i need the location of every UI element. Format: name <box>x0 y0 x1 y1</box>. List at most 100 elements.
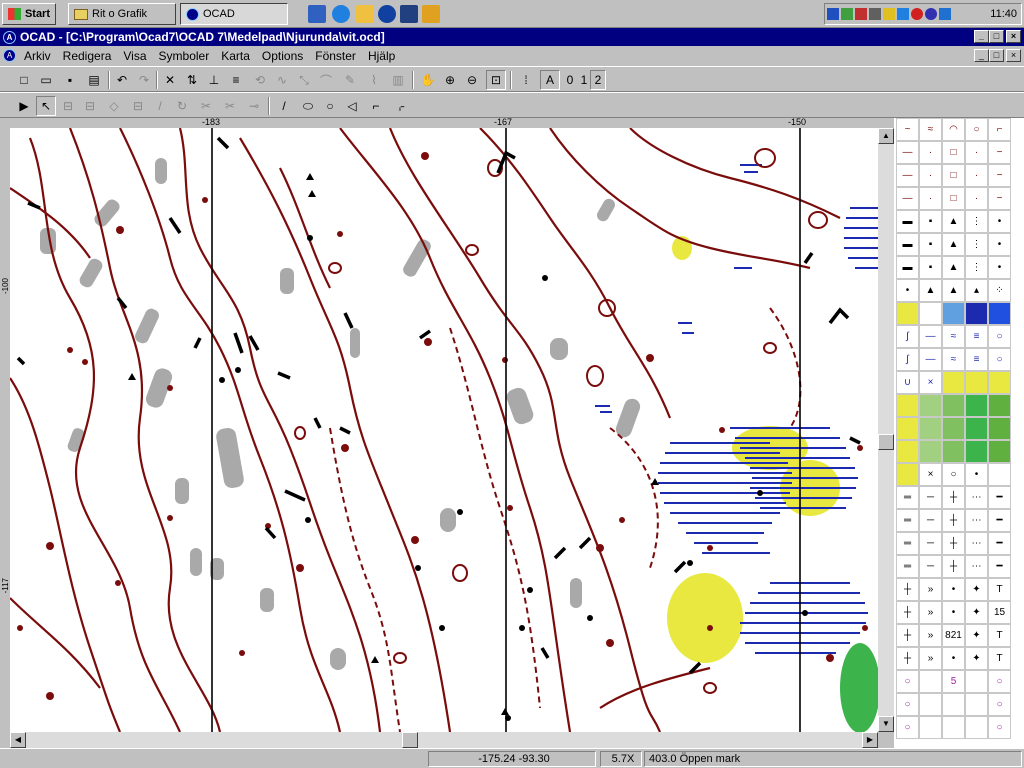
zoom-window-icon[interactable]: ⊡ <box>486 70 506 90</box>
symbol-swatch[interactable] <box>965 716 988 739</box>
symbol-swatch[interactable]: ▪ <box>919 210 942 233</box>
symbol-swatch[interactable]: ┼ <box>942 486 965 509</box>
symbol-swatch[interactable]: ─ <box>919 486 942 509</box>
scroll-down-arrow[interactable]: ▼ <box>878 716 894 732</box>
scroll-left-arrow[interactable]: ◀ <box>10 732 26 748</box>
menu-visa[interactable]: Visa <box>123 49 146 63</box>
brush-icon[interactable]: ⌇ <box>364 70 384 90</box>
ruler-icon[interactable]: ▥ <box>388 70 408 90</box>
symbol-swatch[interactable]: — <box>896 164 919 187</box>
select-point-icon[interactable]: ↖ <box>36 96 56 116</box>
symbol-swatch[interactable] <box>965 371 988 394</box>
orienteering-map[interactable] <box>10 128 878 732</box>
symbol-swatch[interactable] <box>988 417 1011 440</box>
symbol-swatch[interactable] <box>919 394 942 417</box>
pencil-icon[interactable]: ✎ <box>340 70 360 90</box>
symbol-swatch[interactable]: ∪ <box>896 371 919 394</box>
quicklaunch-desktop-icon[interactable] <box>308 5 326 23</box>
symbol-swatch[interactable]: • <box>965 463 988 486</box>
symbol-swatch[interactable] <box>988 394 1011 417</box>
symbol-swatch[interactable]: » <box>919 601 942 624</box>
symbol-swatch[interactable]: ▬ <box>896 256 919 279</box>
symbol-swatch[interactable]: ✦ <box>965 601 988 624</box>
symbol-swatch[interactable]: ┼ <box>896 578 919 601</box>
symbol-swatch[interactable]: 821 <box>942 624 965 647</box>
select-arrow-icon[interactable]: ▶ <box>14 96 34 116</box>
symbol-swatch[interactable] <box>988 371 1011 394</box>
symbol-swatch[interactable]: · <box>919 141 942 164</box>
symbol-swatch[interactable] <box>988 302 1011 325</box>
symbol-swatch[interactable]: ◠ <box>942 118 965 141</box>
rectangle-line-icon[interactable]: ⌌ <box>390 96 410 116</box>
symbol-swatch[interactable]: ≡ <box>965 348 988 371</box>
tray-icon[interactable] <box>911 8 923 20</box>
symbol-swatch[interactable] <box>896 440 919 463</box>
symbol-swatch[interactable]: ═ <box>896 532 919 555</box>
layer-2-button[interactable]: 2 <box>590 70 606 90</box>
symbol-swatch[interactable] <box>942 394 965 417</box>
symbol-swatch[interactable] <box>988 463 1011 486</box>
symbol-swatch[interactable]: ○ <box>988 348 1011 371</box>
tray-icon[interactable] <box>841 8 853 20</box>
symbol-swatch[interactable]: ≈ <box>942 348 965 371</box>
delete-icon[interactable]: ✕ <box>160 70 180 90</box>
symbol-swatch[interactable]: • <box>942 647 965 670</box>
menu-arkiv[interactable]: Arkiv <box>24 49 51 63</box>
quicklaunch-media-icon[interactable] <box>400 5 418 23</box>
symbol-swatch[interactable] <box>942 716 965 739</box>
symbol-swatch[interactable]: ⋮ <box>965 210 988 233</box>
symbol-swatch[interactable]: ▴ <box>965 279 988 302</box>
symbol-swatch[interactable]: ═ <box>896 509 919 532</box>
symbol-swatch[interactable]: ⋯ <box>965 509 988 532</box>
doc-close-button[interactable]: × <box>1006 49 1021 62</box>
tray-icon[interactable] <box>855 8 867 20</box>
symbol-swatch[interactable]: ▪ <box>919 256 942 279</box>
tray-icon[interactable] <box>925 8 937 20</box>
symbol-swatch[interactable] <box>896 463 919 486</box>
scroll-right-arrow[interactable]: ▶ <box>862 732 878 748</box>
symbol-swatch[interactable]: T <box>988 578 1011 601</box>
symbol-swatch[interactable]: − <box>988 141 1011 164</box>
tray-icon[interactable] <box>869 8 881 20</box>
quicklaunch-ie-icon[interactable] <box>332 5 350 23</box>
symbol-swatch[interactable]: T <box>988 624 1011 647</box>
measure-icon[interactable]: ⊸ <box>244 96 264 116</box>
quicklaunch-channels-icon[interactable] <box>378 5 396 23</box>
symbol-swatch[interactable]: ≡ <box>965 325 988 348</box>
symbol-swatch[interactable]: ─ <box>919 509 942 532</box>
symbol-swatch[interactable]: • <box>896 279 919 302</box>
symbol-swatch[interactable]: » <box>919 647 942 670</box>
ocad-app-icon[interactable]: A <box>3 30 16 44</box>
document-icon[interactable]: A <box>3 49 16 62</box>
symbol-swatch[interactable]: ✦ <box>965 647 988 670</box>
tray-icon[interactable] <box>897 8 909 20</box>
symbol-swatch[interactable]: □ <box>942 187 965 210</box>
symbol-swatch[interactable] <box>896 417 919 440</box>
symbol-swatch[interactable]: ═ <box>896 486 919 509</box>
symbol-swatch[interactable] <box>919 440 942 463</box>
symbol-swatch[interactable]: ⋯ <box>965 532 988 555</box>
undo-icon[interactable]: ↶ <box>112 70 132 90</box>
speaker-icon[interactable] <box>939 8 951 20</box>
symbol-swatch[interactable]: • <box>942 578 965 601</box>
symbol-swatch[interactable]: ✦ <box>965 578 988 601</box>
symbol-swatch[interactable]: ▲ <box>942 210 965 233</box>
symbol-swatch[interactable] <box>942 440 965 463</box>
print-icon[interactable]: ▤ <box>84 70 104 90</box>
symbol-swatch[interactable]: ━ <box>988 532 1011 555</box>
symbol-swatch[interactable]: ○ <box>896 693 919 716</box>
symbol-swatch[interactable]: ∫ <box>896 325 919 348</box>
symbol-swatch[interactable]: » <box>919 624 942 647</box>
doc-minimize-button[interactable]: _ <box>974 49 989 62</box>
horizontal-scrollbar[interactable]: ◀ ▶ <box>10 732 878 748</box>
symbol-swatch[interactable]: — <box>896 187 919 210</box>
symbol-swatch[interactable]: ○ <box>896 670 919 693</box>
symbol-swatch[interactable]: ⋮ <box>965 233 988 256</box>
save-icon[interactable]: ▪ <box>60 70 80 90</box>
symbol-swatch[interactable] <box>896 302 919 325</box>
symbol-swatch[interactable]: T <box>988 647 1011 670</box>
symbol-swatch[interactable]: · <box>919 164 942 187</box>
symbol-swatch[interactable]: • <box>988 256 1011 279</box>
symbol-swatch[interactable]: » <box>919 578 942 601</box>
stack-icon[interactable]: ≡ <box>226 70 246 90</box>
